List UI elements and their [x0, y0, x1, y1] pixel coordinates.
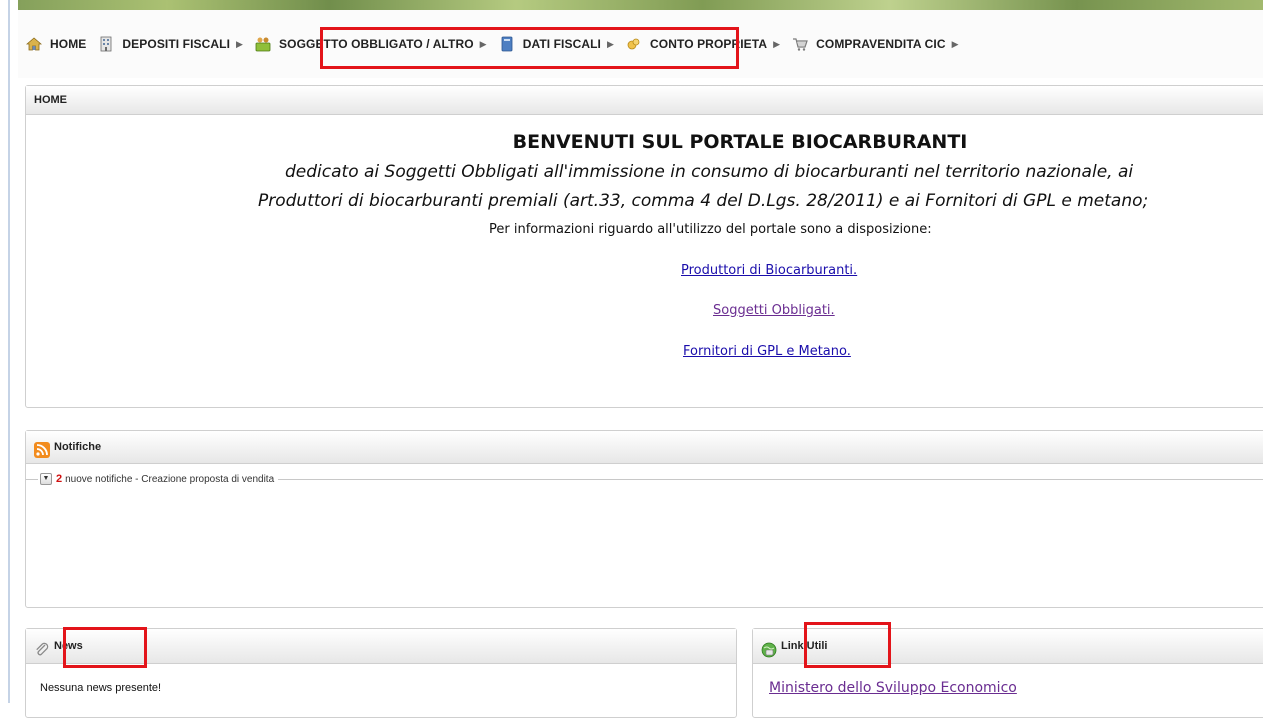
divider: [26, 478, 38, 480]
home-panel-header: HOME: [26, 86, 1263, 115]
notification-summary-text[interactable]: nuove notifiche - Creazione proposta di …: [65, 474, 274, 485]
notification-group: ▼ 2 nuove notifiche - Creazione proposta…: [26, 472, 1263, 486]
submenu-arrow-icon: ▶: [236, 38, 244, 49]
nav-item-label: DEPOSITI FISCALI: [122, 37, 231, 51]
news-empty-text: Nessuna news presente!: [40, 682, 162, 694]
welcome-subtitle-line: Produttori di biocarburanti premiali (ar…: [258, 191, 1149, 211]
cart-icon: [792, 36, 808, 52]
notifications-panel-header: Notifiche: [26, 431, 1263, 464]
nav-item-label: COMPRAVENDITA CIC: [816, 37, 946, 51]
nav-item-depositi-fiscali[interactable]: DEPOSITI FISCALI ▶: [98, 36, 255, 52]
header-banner: [18, 0, 1263, 10]
notifications-panel-title: Notifiche: [54, 441, 102, 453]
welcome-title: BENVENUTI SUL PORTALE BIOCARBURANTI: [512, 131, 968, 153]
notifications-panel: Notifiche: [25, 430, 1263, 608]
highlight-box-links: [804, 622, 891, 668]
people-icon: [255, 36, 271, 52]
left-border-rule: [8, 0, 10, 703]
expand-toggle-icon[interactable]: ▼: [40, 473, 52, 485]
welcome-subtitle-line: dedicato ai Soggetti Obbligati all'immis…: [285, 162, 1134, 182]
nav-item-compravendita-cic[interactable]: COMPRAVENDITA CIC ▶: [792, 36, 971, 52]
highlight-box-nav: [320, 27, 739, 69]
link-ministero-sviluppo-economico[interactable]: Ministero dello Sviluppo Economico: [769, 680, 1017, 696]
globe-icon: [761, 638, 777, 658]
building-icon: [98, 36, 114, 52]
paperclip-icon: [34, 638, 50, 656]
link-soggetti-obbligati[interactable]: Soggetti Obbligati.: [713, 303, 835, 318]
link-produttori-biocarburanti[interactable]: Produttori di Biocarburanti.: [681, 263, 857, 278]
nav-item-label: HOME: [50, 37, 87, 51]
welcome-subtitle: dedicato ai Soggetti Obbligati all'immis…: [0, 158, 1263, 216]
nav-item-home[interactable]: HOME: [25, 36, 98, 52]
highlight-box-news: [63, 627, 147, 668]
submenu-arrow-icon: ▶: [951, 38, 959, 49]
welcome-info-text: Per informazioni riguardo all'utilizzo d…: [489, 222, 932, 237]
home-panel-title: HOME: [34, 94, 67, 106]
divider: [278, 478, 1263, 480]
link-fornitori-gpl-metano[interactable]: Fornitori di GPL e Metano.: [683, 344, 851, 359]
notification-count-badge: 2: [56, 473, 63, 485]
submenu-arrow-icon: ▶: [773, 38, 781, 49]
home-icon: [25, 36, 43, 52]
rss-icon: [34, 439, 50, 458]
